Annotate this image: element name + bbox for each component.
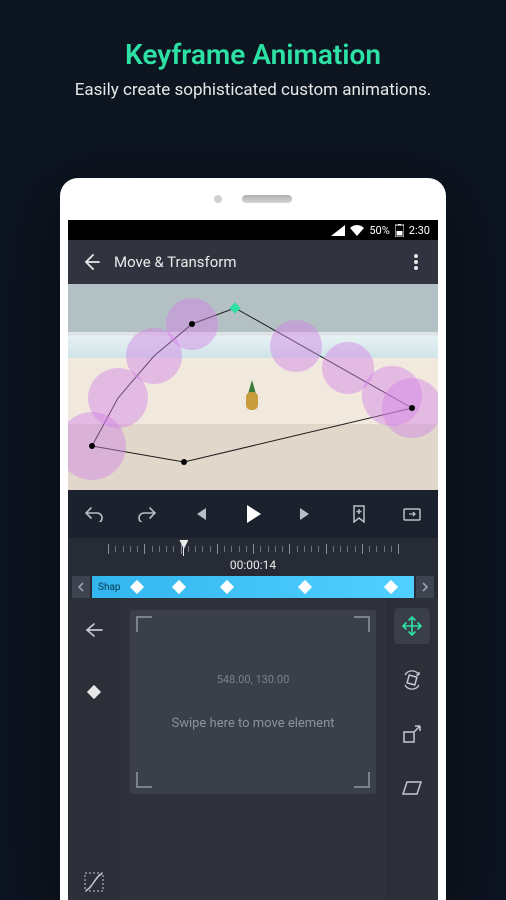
track-clip[interactable]: Shap [92,576,414,598]
arrow-left-icon [84,622,104,638]
clip-label: Shap [98,582,121,593]
scale-tool-button[interactable] [394,716,430,752]
arrow-left-icon [81,252,101,272]
path-node[interactable] [189,321,195,327]
keyframe-marker[interactable] [384,580,398,594]
skew-icon [401,777,423,799]
skew-tool-button[interactable] [394,770,430,806]
timecode: 00:00:14 [68,558,438,572]
panel-back-button[interactable] [76,612,112,648]
bookmark-plus-icon [351,505,367,523]
scale-icon [401,723,423,745]
diamond-icon [86,684,102,700]
move-icon [401,615,423,637]
screen: 50% 2:30 Move & Transform [68,220,438,900]
crop-corner-icon [354,772,370,788]
chevron-right-icon [421,582,429,592]
timeline-ruler[interactable] [108,542,398,556]
position-readout: 548.00, 130.00 [217,673,290,686]
earpiece-dot-icon [214,195,222,203]
skip-forward-icon [298,506,314,522]
track-scroll-left[interactable] [72,576,90,598]
redo-icon [137,506,157,522]
keyframe-marker[interactable] [172,580,186,594]
skip-back-icon [192,506,208,522]
undo-button[interactable] [80,500,108,528]
move-pad[interactable]: 548.00, 130.00 Swipe here to move elemen… [130,610,376,794]
clock: 2:30 [409,224,430,237]
battery-icon [395,224,404,237]
prev-keyframe-button[interactable] [186,500,214,528]
redo-button[interactable] [133,500,161,528]
battery-percent: 50% [369,224,389,237]
timeline[interactable]: 00:00:14 Shap [68,538,438,606]
preview-canvas[interactable] [68,284,438,490]
transport-bar [68,490,438,538]
undo-icon [84,506,104,522]
app-bar: Move & Transform [68,240,438,284]
play-icon [242,503,264,525]
rotate-icon [401,669,423,691]
move-tool-button[interactable] [394,608,430,644]
page-title: Move & Transform [114,253,237,271]
move-pad-hint: Swipe here to move element [171,716,334,731]
rotate-tool-button[interactable] [394,662,430,698]
crop-corner-icon [136,616,152,632]
next-keyframe-button[interactable] [292,500,320,528]
marketing-subtitle: Easily create sophisticated custom anima… [40,79,466,102]
workspace-right-toolbar [386,598,438,900]
back-button[interactable] [78,249,104,275]
curve-icon [83,871,105,893]
overflow-menu-button[interactable] [404,250,428,274]
speaker-slot-icon [242,195,292,203]
more-vertical-icon [414,254,418,270]
signal-icon [331,225,345,236]
easing-curve-button[interactable] [76,864,112,900]
status-bar: 50% 2:30 [68,220,438,240]
wifi-icon [350,225,364,236]
loop-button[interactable] [398,500,426,528]
add-keyframe-button[interactable] [345,500,373,528]
path-node[interactable] [89,443,95,449]
play-button[interactable] [239,500,267,528]
keyframe-tool-button[interactable] [76,674,112,710]
path-node[interactable] [409,405,415,411]
crop-corner-icon [354,616,370,632]
crop-corner-icon [136,772,152,788]
phone-hardware [60,178,446,220]
track-scroll-right[interactable] [416,576,434,598]
keyframe-marker[interactable] [297,580,311,594]
keyframe-marker[interactable] [130,580,144,594]
chevron-left-icon [77,582,85,592]
loop-icon [403,506,421,522]
playhead[interactable] [183,542,184,556]
marketing-title: Keyframe Animation [40,38,466,71]
keyframe-marker[interactable] [220,580,234,594]
workspace-panel: 548.00, 130.00 Swipe here to move elemen… [68,598,438,900]
path-node[interactable] [181,459,187,465]
motion-waypoint [270,320,322,372]
phone-frame: 50% 2:30 Move & Transform [60,178,446,900]
workspace-left-toolbar [68,598,120,900]
